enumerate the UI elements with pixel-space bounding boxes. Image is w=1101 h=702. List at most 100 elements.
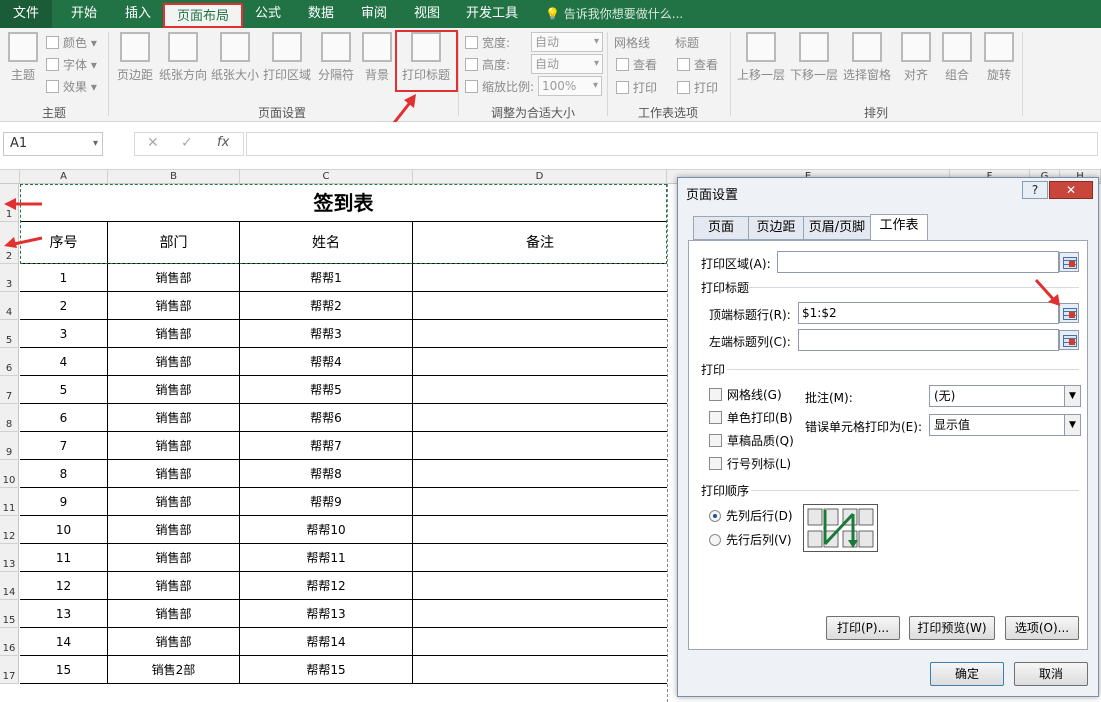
table-cell[interactable] [413, 628, 667, 656]
table-cell[interactable]: 帮帮5 [240, 376, 413, 404]
ok-button[interactable]: 确定 [930, 662, 1004, 686]
table-cell[interactable]: 15 [20, 656, 108, 684]
row-col-headings-checkbox[interactable]: 行号列标(L) [709, 455, 791, 472]
row-header[interactable]: 11 [0, 488, 19, 516]
selection-pane-button[interactable]: 选择窗格 [842, 32, 892, 83]
table-cell[interactable]: 帮帮2 [240, 292, 413, 320]
table-cell[interactable]: 帮帮8 [240, 460, 413, 488]
function-icon[interactable]: fx [217, 135, 229, 150]
tab-header-footer[interactable]: 页眉/页脚 [803, 216, 871, 240]
row-header[interactable]: 16 [0, 628, 19, 656]
cancel-button[interactable]: 取消 [1014, 662, 1088, 686]
table-cell[interactable]: 9 [20, 488, 108, 516]
table-cell[interactable]: 7 [20, 432, 108, 460]
tab-file[interactable]: 文件 [0, 0, 52, 28]
table-cell[interactable]: 销售2部 [108, 656, 240, 684]
group-button[interactable]: 组合 [940, 32, 974, 83]
table-cell[interactable]: 帮帮13 [240, 600, 413, 628]
table-cell[interactable]: 销售部 [108, 516, 240, 544]
headings-print-checkbox[interactable]: 打印 [677, 79, 718, 96]
table-cell[interactable]: 帮帮1 [240, 264, 413, 292]
tab-data[interactable]: 数据 [297, 0, 345, 28]
gridlines-print-checkbox[interactable]: 打印 [616, 79, 657, 96]
table-cell[interactable] [413, 516, 667, 544]
colors-button[interactable]: 颜色 ▾ [46, 34, 97, 51]
row-header[interactable]: 13 [0, 544, 19, 572]
table-cell[interactable]: 销售部 [108, 460, 240, 488]
table-cell[interactable]: 4 [20, 348, 108, 376]
rotate-button[interactable]: 旋转 [982, 32, 1016, 83]
help-button[interactable]: ? [1022, 181, 1048, 199]
table-cell[interactable]: 销售部 [108, 292, 240, 320]
confirm-icon[interactable]: ✓ [181, 135, 193, 151]
table-cell[interactable] [413, 320, 667, 348]
errors-select[interactable]: 显示值 ▼ [929, 414, 1081, 436]
height-select[interactable]: 自动 [531, 54, 603, 74]
tab-review[interactable]: 审阅 [350, 0, 398, 28]
table-cell[interactable] [413, 348, 667, 376]
row-header[interactable]: 6 [0, 348, 19, 376]
table-cell[interactable]: 13 [20, 600, 108, 628]
over-then-down-radio[interactable]: 先行后列(V) [709, 531, 792, 548]
tab-page-layout[interactable]: 页面布局 [163, 3, 243, 28]
name-box[interactable]: A1 ▾ [3, 132, 103, 156]
table-cell[interactable]: 销售部 [108, 488, 240, 516]
table-cell[interactable]: 销售部 [108, 264, 240, 292]
effects-button[interactable]: 效果 ▾ [46, 78, 97, 95]
column-header-c[interactable]: C [240, 170, 413, 184]
background-button[interactable]: 背景 [360, 32, 394, 83]
table-cell[interactable]: 帮帮7 [240, 432, 413, 460]
size-button[interactable]: 纸张大小 [210, 32, 260, 83]
table-cell[interactable] [413, 460, 667, 488]
table-cell[interactable]: 销售部 [108, 376, 240, 404]
row-header[interactable]: 17 [0, 656, 19, 684]
table-cell[interactable]: 6 [20, 404, 108, 432]
table-cell[interactable]: 帮帮3 [240, 320, 413, 348]
table-cell[interactable]: 2 [20, 292, 108, 320]
table-cell[interactable]: 销售部 [108, 432, 240, 460]
table-cell[interactable] [413, 292, 667, 320]
table-cell[interactable]: 1 [20, 264, 108, 292]
row-header[interactable]: 14 [0, 572, 19, 600]
rows-to-repeat-input[interactable]: $1:$2 [798, 302, 1059, 324]
options-button[interactable]: 选项(O)... [1005, 616, 1079, 640]
table-cell[interactable]: 销售部 [108, 348, 240, 376]
table-cell[interactable]: 12 [20, 572, 108, 600]
table-cell[interactable]: 3 [20, 320, 108, 348]
table-cell[interactable]: 帮帮14 [240, 628, 413, 656]
table-cell[interactable]: 销售部 [108, 628, 240, 656]
table-cell[interactable] [413, 264, 667, 292]
gridlines-checkbox[interactable]: 网格线(G) [709, 386, 782, 403]
table-cell[interactable]: 11 [20, 544, 108, 572]
cols-to-repeat-input[interactable] [798, 329, 1059, 351]
table-cell[interactable]: 帮帮10 [240, 516, 413, 544]
table-cell[interactable]: 14 [20, 628, 108, 656]
column-header-b[interactable]: B [108, 170, 240, 184]
themes-button[interactable]: 主题 [6, 32, 40, 83]
row-header[interactable]: 4 [0, 292, 19, 320]
table-cell[interactable] [413, 404, 667, 432]
row-header[interactable]: 5 [0, 320, 19, 348]
select-all-corner[interactable] [0, 170, 20, 184]
orientation-button[interactable]: 纸张方向 [158, 32, 208, 83]
down-then-over-radio[interactable]: 先列后行(D) [709, 507, 793, 524]
print-area-collapse-icon[interactable] [1059, 252, 1079, 272]
comments-select[interactable]: (无) ▼ [929, 385, 1081, 407]
table-cell[interactable] [413, 600, 667, 628]
row-header[interactable]: 9 [0, 432, 19, 460]
table-cell[interactable]: 销售部 [108, 600, 240, 628]
tab-developer[interactable]: 开发工具 [458, 0, 526, 28]
table-cell[interactable]: 帮帮15 [240, 656, 413, 684]
table-cell[interactable] [413, 432, 667, 460]
tab-insert[interactable]: 插入 [112, 0, 164, 28]
width-select[interactable]: 自动 [531, 32, 603, 52]
print-button[interactable]: 打印(P)... [826, 616, 900, 640]
breaks-button[interactable]: 分隔符 [316, 32, 356, 83]
table-cell[interactable]: 销售部 [108, 544, 240, 572]
table-cell[interactable]: 5 [20, 376, 108, 404]
send-backward-button[interactable]: 下移一层 [789, 32, 839, 83]
margins-button[interactable]: 页边距 [114, 32, 156, 83]
print-area-button[interactable]: 打印区域 [262, 32, 312, 83]
headings-view-checkbox[interactable]: 查看 [677, 56, 718, 73]
column-header-d[interactable]: D [413, 170, 667, 184]
